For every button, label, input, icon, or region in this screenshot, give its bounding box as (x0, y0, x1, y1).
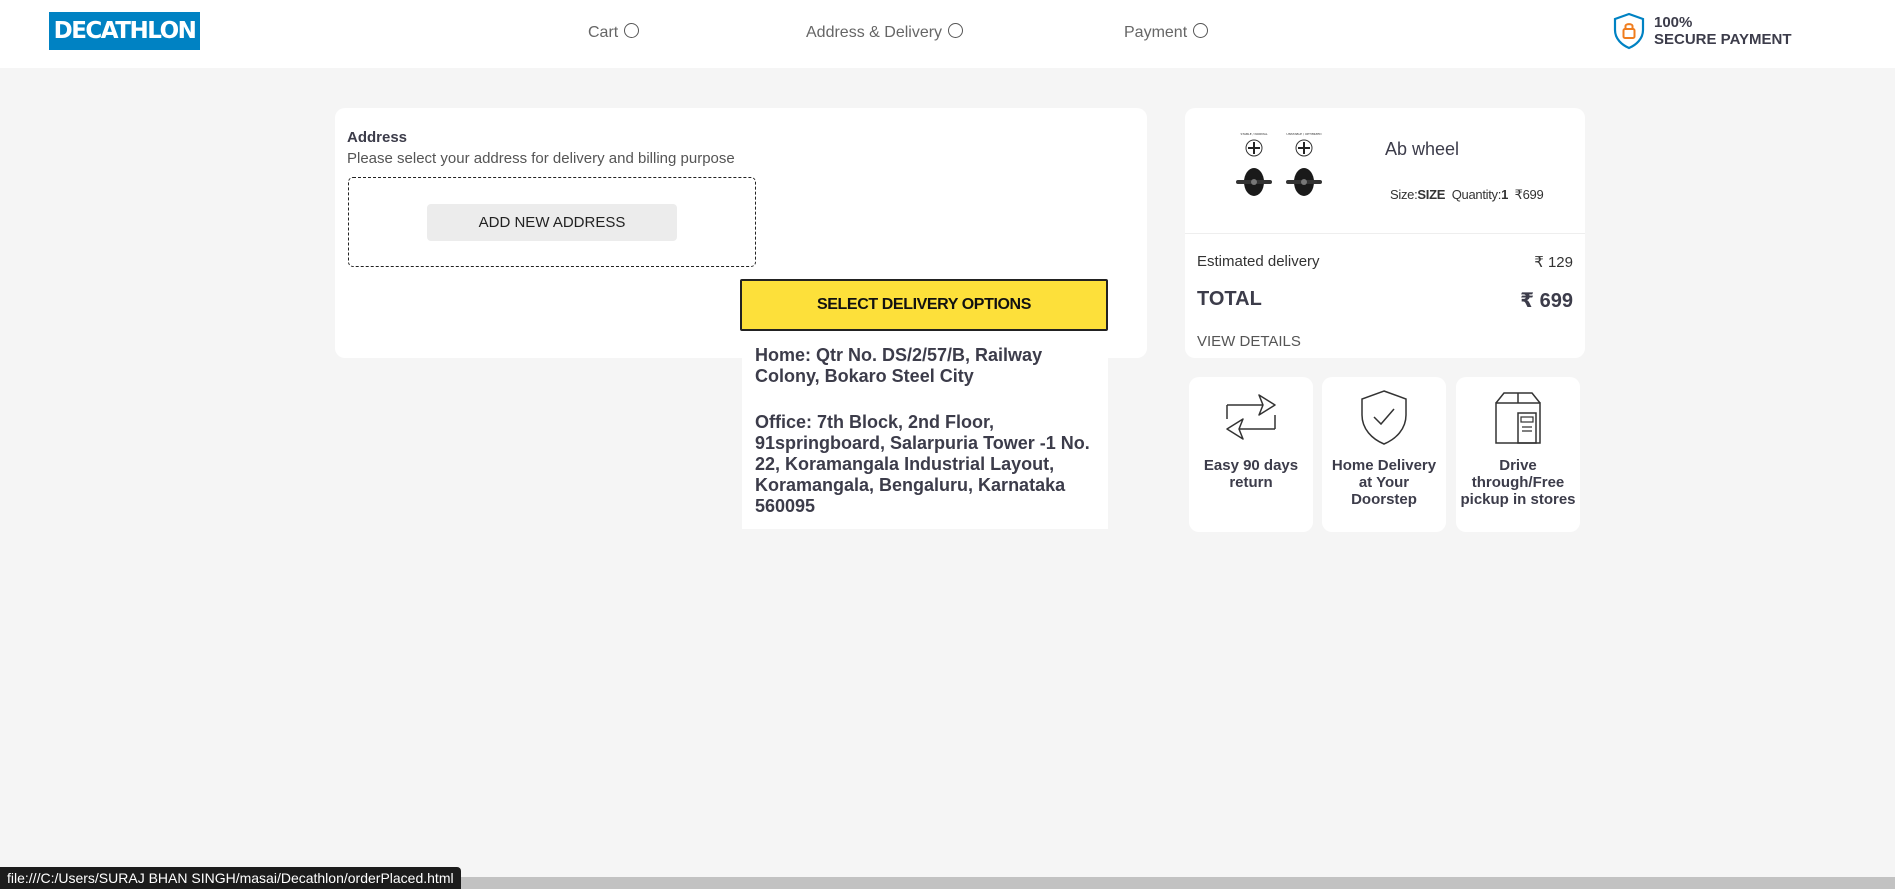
radio-icon[interactable] (1193, 22, 1209, 38)
product-name: Ab wheel (1385, 139, 1460, 159)
step-address-delivery-label: Address & Delivery (806, 24, 943, 41)
feature-easy-return: Easy 90 days return (1189, 377, 1313, 532)
address-option-home[interactable]: Home: Qtr No. DS/2/57/B, Railway Colony,… (755, 345, 1095, 387)
img-label-right: UNSTABLE / OPTIMIZED (1286, 132, 1322, 136)
feature-text: Drive through/Free pickup in stores (1460, 457, 1576, 508)
step-payment-label: Payment (1124, 24, 1188, 41)
radio-icon[interactable] (948, 22, 964, 38)
step-payment[interactable]: Payment (1124, 22, 1209, 42)
total-label: TOTAL (1197, 288, 1262, 310)
estimated-delivery-value: ₹ 129 (1534, 254, 1573, 271)
step-cart-label: Cart (588, 24, 619, 41)
shield-lock-icon (1613, 12, 1645, 50)
secure-label: SECURE PAYMENT (1654, 31, 1792, 48)
address-option-office[interactable]: Office: 7th Block, 2nd Floor, 91springbo… (755, 412, 1095, 517)
feature-store-pickup: Drive through/Free pickup in stores (1456, 377, 1580, 532)
secure-payment-badge: 100% SECURE PAYMENT (1612, 12, 1792, 50)
add-address-box: ADD NEW ADDRESS (348, 177, 756, 267)
total-value: ₹ 699 (1520, 290, 1573, 312)
feature-text: Easy 90 days return (1203, 457, 1299, 491)
feature-home-delivery: Home Delivery at Your Doorstep (1322, 377, 1446, 532)
address-dropdown: Home: Qtr No. DS/2/57/B, Railway Colony,… (742, 331, 1108, 529)
ab-wheel-product-image: STABLE / NORMAL UNSTABLE / OPTIMIZED (1236, 132, 1322, 196)
decathlon-logo[interactable]: DECATHLON (49, 12, 200, 50)
address-subtitle: Please select your address for delivery … (347, 150, 735, 167)
order-summary-card: STABLE / NORMAL UNSTABLE / OPTIMIZED Ab … (1185, 108, 1585, 358)
view-details-link[interactable]: VIEW DETAILS (1197, 333, 1301, 350)
step-address-delivery[interactable]: Address & Delivery (806, 22, 964, 42)
product-meta: Size:SIZE Quantity:1 ₹699 (1390, 187, 1544, 203)
secure-percent: 100% (1654, 14, 1693, 31)
divider (1185, 233, 1585, 234)
store-box-icon (1495, 392, 1541, 444)
select-delivery-options-button[interactable]: SELECT DELIVERY OPTIONS (740, 279, 1108, 331)
quantity-label: Quantity: (1451, 187, 1502, 202)
radio-icon[interactable] (624, 22, 640, 38)
estimated-delivery-label: Estimated delivery (1197, 253, 1320, 270)
status-bar-url: file:///C:/Users/SURAJ BHAN SINGH/masai/… (0, 867, 461, 889)
feature-text: Home Delivery at Your Doorstep (1331, 457, 1437, 508)
return-arrows-icon (1226, 394, 1276, 440)
quantity-value: 1 (1501, 187, 1508, 202)
header: DECATHLON Cart Address & Delivery Paymen… (0, 0, 1895, 68)
product-price: ₹699 (1514, 187, 1544, 202)
size-label: Size: (1390, 187, 1418, 202)
address-title: Address (347, 129, 408, 146)
size-value: SIZE (1417, 187, 1446, 202)
img-label-left: STABLE / NORMAL (1240, 132, 1267, 136)
step-cart[interactable]: Cart (588, 22, 640, 42)
add-new-address-button[interactable]: ADD NEW ADDRESS (427, 204, 677, 241)
shield-check-icon (1361, 390, 1407, 445)
